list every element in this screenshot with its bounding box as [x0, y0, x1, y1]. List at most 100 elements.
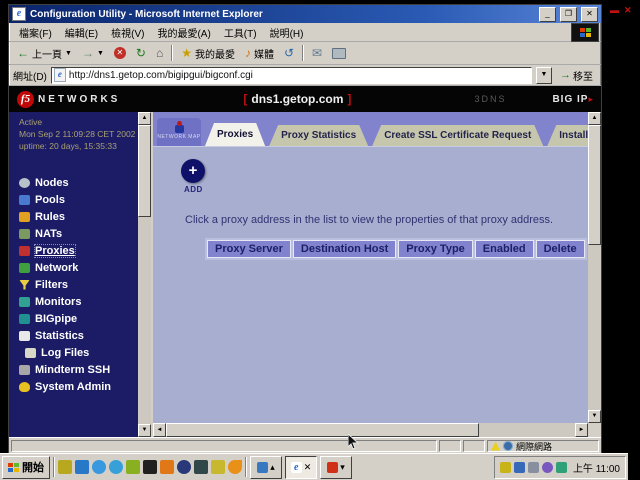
acrobat-icon[interactable] — [194, 460, 208, 474]
back-dropdown-icon[interactable]: ▼ — [65, 50, 72, 57]
scroll-up-icon[interactable]: ▲ — [588, 112, 601, 125]
home-button[interactable]: ⌂ — [152, 46, 167, 60]
menu-edit[interactable]: 編輯(E) — [59, 24, 104, 41]
media-button[interactable]: ♪ 媒體 — [241, 45, 278, 62]
address-dropdown-icon[interactable]: ▼ — [536, 67, 552, 84]
antivirus-icon[interactable] — [556, 462, 567, 473]
col-enabled: Enabled — [475, 240, 534, 258]
menu-file[interactable]: 檔案(F) — [13, 24, 58, 41]
menu-bar: 檔案(F) 編輯(E) 檢視(V) 我的最愛(A) 工具(T) 說明(H) — [9, 23, 601, 42]
scroll-thumb[interactable] — [166, 423, 479, 437]
forward-dropdown-icon[interactable]: ▼ — [97, 50, 104, 57]
nodes-icon — [19, 178, 30, 188]
add-proxy-button[interactable]: + — [181, 159, 205, 183]
sidebar-item-system-admin[interactable]: System Admin — [19, 378, 151, 395]
winamp-icon[interactable] — [211, 460, 225, 474]
window-body: Active Mon Sep 2 11:09:28 CET 2002 uptim… — [9, 112, 601, 437]
scroll-thumb[interactable] — [138, 125, 151, 217]
main-vertical-scrollbar[interactable]: ▲ ▼ — [588, 112, 601, 423]
maximize-button[interactable]: ❐ — [560, 7, 577, 22]
netmeeting-icon[interactable] — [177, 460, 191, 474]
sidebar-item-log-files[interactable]: Log Files — [19, 344, 151, 361]
taskbar-clock[interactable]: 上午 11:00 — [573, 460, 620, 475]
start-button[interactable]: 開始 — [2, 456, 50, 479]
show-desktop-icon[interactable] — [58, 460, 72, 474]
document-window-icon — [257, 462, 268, 473]
refresh-button[interactable]: ↻ — [132, 46, 150, 60]
launch-ie-icon[interactable] — [75, 460, 89, 474]
system-status: Active Mon Sep 2 11:09:28 CET 2002 uptim… — [19, 116, 151, 152]
capture-minimize-icon[interactable]: ▬ — [610, 5, 619, 16]
network-map-button[interactable]: NETWORK MAP — [157, 118, 201, 146]
sidebar-item-proxies[interactable]: Proxies — [19, 242, 151, 259]
zone-label: 網際網路 — [516, 440, 552, 453]
monitors-icon — [19, 297, 30, 307]
scroll-up-icon[interactable]: ▲ — [138, 112, 151, 125]
task-button-ie-active[interactable]: e ✕ — [285, 456, 317, 479]
tab-proxies[interactable]: Proxies — [205, 123, 265, 146]
sidebar-item-nodes[interactable]: Nodes — [19, 174, 151, 191]
sidebar-item-mindterm-ssh[interactable]: Mindterm SSH — [19, 361, 151, 378]
status-pane — [463, 440, 485, 452]
status-uptime: uptime: 20 days, 15:35:33 — [19, 140, 151, 152]
sidebar-item-nats[interactable]: NATs — [19, 225, 151, 242]
status-message-pane — [11, 440, 437, 452]
sidebar-item-network[interactable]: Network — [19, 259, 151, 276]
go-button[interactable]: → 移至 — [556, 68, 597, 83]
scroll-right-icon[interactable]: ► — [575, 423, 588, 437]
menu-favorites[interactable]: 我的最愛(A) — [151, 24, 216, 41]
product-bigip-link[interactable]: BIG IP — [552, 94, 588, 105]
sidebar-item-filters[interactable]: Filters — [19, 276, 151, 293]
menu-view[interactable]: 檢視(V) — [105, 24, 150, 41]
media-player-icon[interactable] — [126, 460, 140, 474]
close-button[interactable]: ✕ — [581, 7, 598, 22]
tab-create-ssl-certificate-request[interactable]: Create SSL Certificate Request — [372, 125, 543, 146]
nats-icon — [19, 229, 30, 239]
proxies-icon — [19, 246, 30, 256]
messenger-icon[interactable] — [109, 460, 123, 474]
network-icon[interactable] — [528, 462, 539, 473]
title-bar[interactable]: e Configuration Utility - Microsoft Inte… — [9, 5, 601, 23]
mail-button[interactable]: ✉ — [308, 46, 326, 60]
menu-help[interactable]: 說明(H) — [264, 24, 310, 41]
back-button[interactable]: ← 上一頁 ▼ — [13, 45, 76, 62]
sidebar-item-pools[interactable]: Pools — [19, 191, 151, 208]
minimize-button[interactable]: _ — [539, 7, 556, 22]
task-button-mail[interactable]: ▾ — [320, 456, 352, 479]
mail-icon[interactable] — [228, 460, 242, 474]
tab-proxy-statistics[interactable]: Proxy Statistics — [269, 125, 368, 146]
sidebar-scrollbar[interactable]: ▲ ▼ — [138, 112, 151, 437]
msn-icon[interactable] — [92, 460, 106, 474]
outlook-icon[interactable] — [160, 460, 174, 474]
menu-tools[interactable]: 工具(T) — [218, 24, 263, 41]
stop-button[interactable]: ✕ — [110, 46, 130, 60]
mail-window-icon — [327, 462, 338, 473]
scroll-left-icon[interactable]: ◄ — [153, 423, 166, 437]
scroll-down-icon[interactable]: ▼ — [588, 410, 601, 423]
security-zone-pane: 網際網路 — [487, 440, 599, 452]
alert-icon — [491, 442, 500, 451]
product-3dns-link[interactable]: 3DNS — [474, 94, 506, 104]
rules-icon — [19, 212, 30, 222]
messenger-tray-icon[interactable] — [542, 462, 553, 473]
history-button[interactable]: ↺ — [280, 46, 298, 60]
quick-launch — [58, 460, 242, 474]
address-input[interactable]: e http://dns1.getop.com/bigipgui/bigconf… — [51, 67, 532, 84]
address-url: http://dns1.getop.com/bigipgui/bigconf.c… — [69, 70, 253, 81]
print-button[interactable] — [328, 47, 350, 60]
main-horizontal-scrollbar[interactable]: ◄ ► — [153, 423, 588, 437]
sidebar-item-monitors[interactable]: Monitors — [19, 293, 151, 310]
volume-icon[interactable] — [500, 462, 511, 473]
f5-brand: NETWORKS — [38, 94, 120, 105]
sidebar-item-statistics[interactable]: Statistics — [19, 327, 151, 344]
display-icon[interactable] — [514, 462, 525, 473]
sidebar-item-bigpipe[interactable]: BIGpipe — [19, 310, 151, 327]
favorites-button[interactable]: ★ 我的最愛 — [177, 45, 239, 62]
scroll-thumb[interactable] — [588, 125, 601, 245]
forward-button[interactable]: → ▼ — [78, 46, 108, 60]
scroll-down-icon[interactable]: ▼ — [138, 424, 151, 437]
task-button-document[interactable]: ▴ — [250, 456, 282, 479]
sidebar-item-rules[interactable]: Rules — [19, 208, 151, 225]
capture-close-icon[interactable]: ✕ — [624, 5, 632, 16]
console-icon[interactable] — [143, 460, 157, 474]
